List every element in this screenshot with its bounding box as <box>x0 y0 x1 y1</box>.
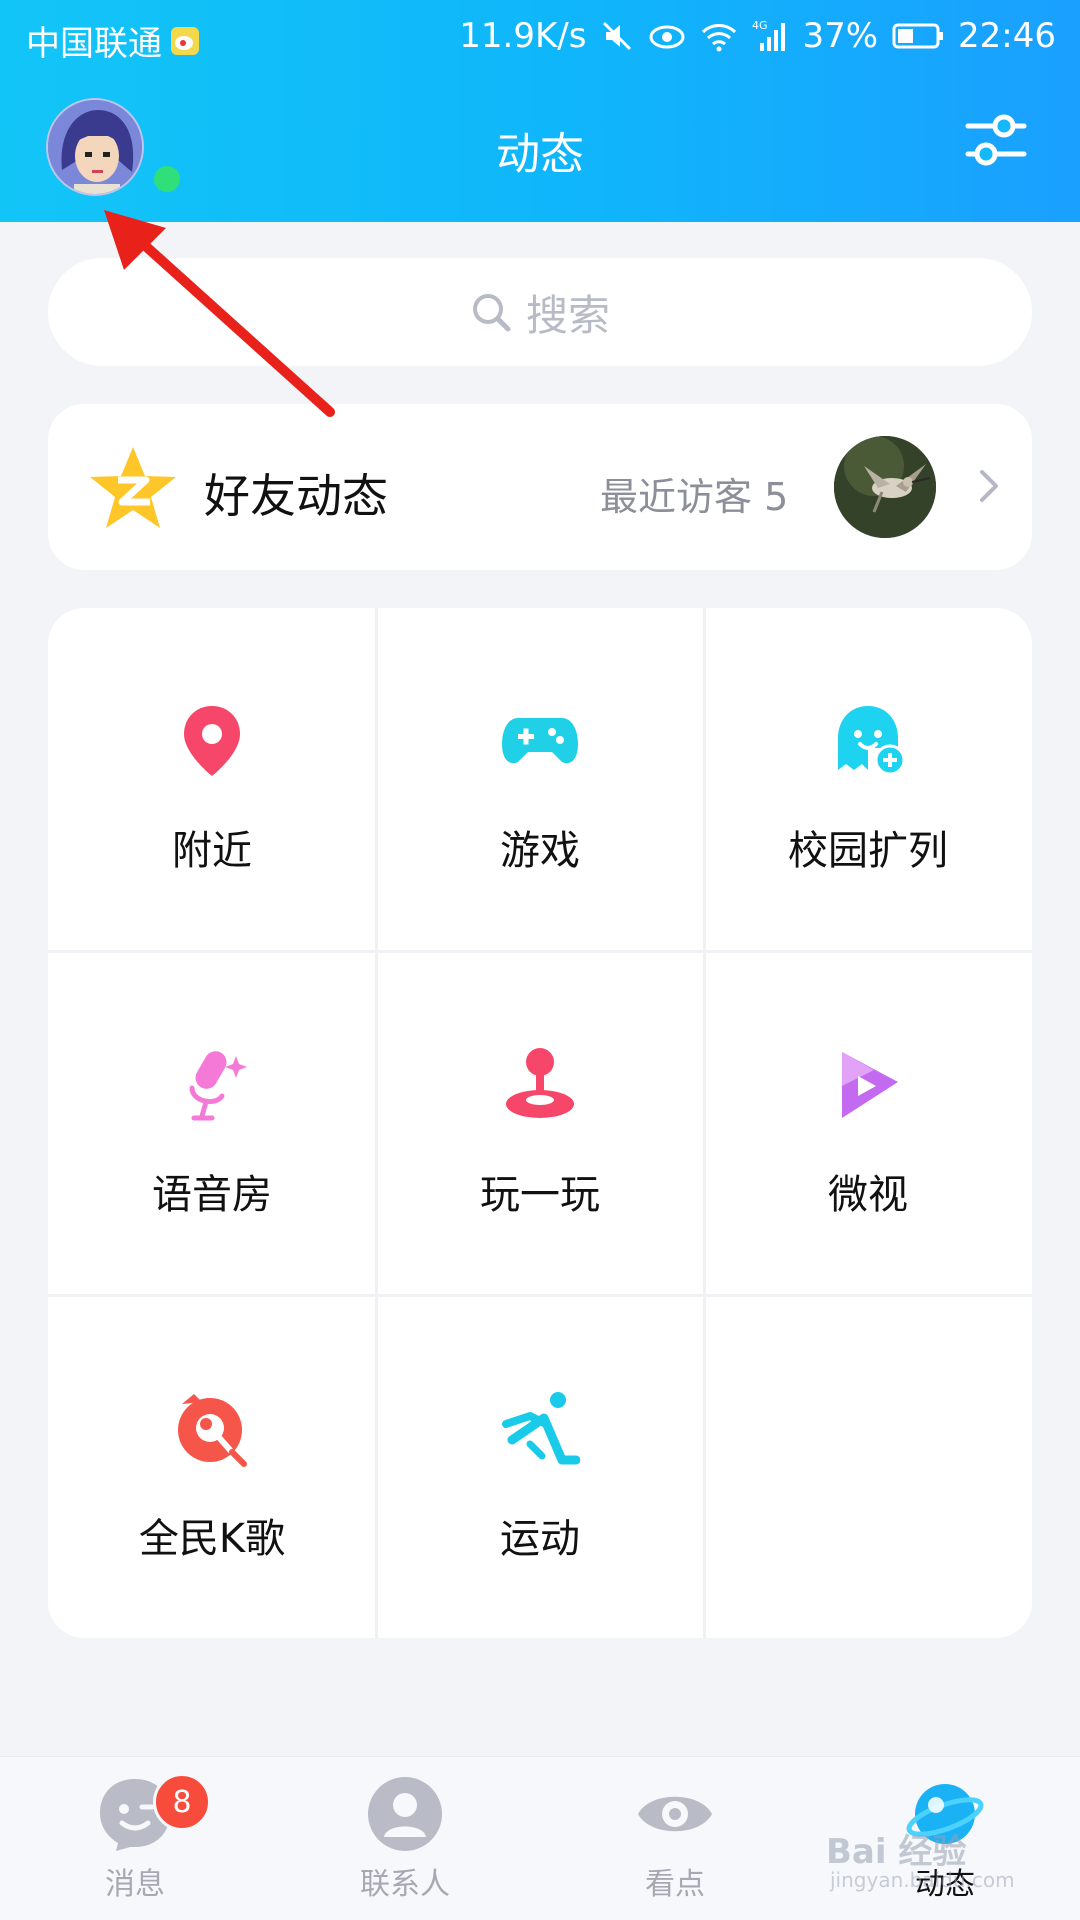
gamepad-icon <box>500 700 580 780</box>
microphone-icon <box>172 1044 252 1124</box>
svg-text:4G: 4G <box>752 19 768 32</box>
karaoke-icon <box>172 1388 252 1468</box>
tab-kandian[interactable]: 看点 <box>575 1775 775 1915</box>
grid-item-sports[interactable]: 运动 <box>376 1296 704 1638</box>
play-icon <box>828 1044 908 1124</box>
battery-percent: 37% <box>802 16 879 56</box>
search-placeholder: 搜索 <box>525 290 610 340</box>
search-bar[interactable]: 搜索 <box>48 258 1032 366</box>
weibo-icon <box>170 26 200 56</box>
grid-item-karaoke[interactable]: 全民K歌 <box>48 1296 376 1638</box>
wifi-icon <box>700 20 738 52</box>
network-speed: 11.9K/s <box>459 16 587 56</box>
battery-icon <box>892 22 944 50</box>
grid-item-games[interactable]: 游戏 <box>376 608 704 951</box>
mute-icon <box>600 19 634 53</box>
status-bar: 中国联通 11.9K/s 4G 37% 22:46 <box>0 0 1080 75</box>
tab-contacts[interactable]: 联系人 <box>305 1775 505 1915</box>
unread-badge: 8 <box>153 1773 211 1831</box>
location-pin-icon <box>172 700 252 780</box>
friend-feed-entry[interactable]: 好友动态 最近访客 5 <box>48 404 1032 570</box>
tab-messages[interactable]: 消息 8 <box>35 1773 235 1915</box>
grid-item-nearby[interactable]: 附近 <box>48 608 376 951</box>
sliders-icon <box>965 114 1027 166</box>
grid-item-weishi[interactable]: 微视 <box>704 952 1032 1295</box>
friend-feed-title: 好友动态 <box>204 469 388 523</box>
eye-comfort-icon <box>648 21 686 51</box>
page-title: 动态 <box>496 129 584 180</box>
baidu-watermark: Bai 经验 <box>826 1832 967 1872</box>
eye-icon <box>636 1775 714 1853</box>
clock: 22:46 <box>958 16 1056 56</box>
joystick-icon <box>500 1044 580 1124</box>
visitor-avatar[interactable] <box>834 436 936 538</box>
baidu-watermark-url: jingyan.baidu.com <box>830 1868 1015 1892</box>
grid-item-play[interactable]: 玩一玩 <box>376 952 704 1295</box>
contact-person-icon <box>366 1775 444 1853</box>
carrier-label: 中国联通 <box>26 24 162 64</box>
grid-item-campus[interactable]: 校园扩列 <box>704 608 1032 951</box>
running-icon <box>500 1388 581 1468</box>
settings-sliders-button[interactable] <box>962 108 1030 172</box>
recent-visitors-label: 最近访客 5 <box>600 475 789 519</box>
signal-icon: 4G <box>752 19 788 53</box>
search-icon <box>472 294 511 332</box>
qzone-star-icon <box>88 444 178 530</box>
feature-grid: 附近 游戏 校园扩列 语音房 玩一玩 微视 全民K歌 运动 <box>48 608 1032 1638</box>
chevron-right-icon <box>974 466 1004 506</box>
grid-item-voice-room[interactable]: 语音房 <box>48 952 376 1295</box>
header: 中国联通 11.9K/s 4G 37% 22:46 动态 <box>0 0 1080 222</box>
ghost-plus-icon <box>828 700 908 780</box>
grid-item-empty <box>704 1296 1032 1638</box>
